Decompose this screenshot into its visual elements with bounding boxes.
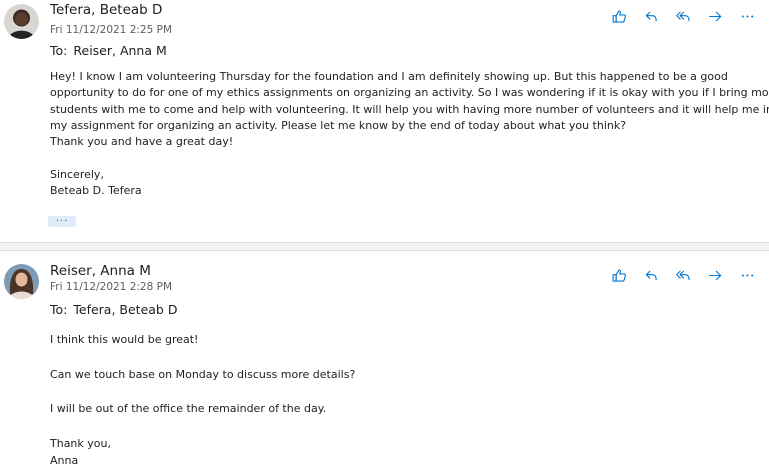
- reply-all-icon: [675, 270, 690, 280]
- body-line: Thank you and have a great day!: [50, 135, 234, 149]
- body-line: my assignment for organizing an activity…: [50, 118, 627, 132]
- body-line: I think this would be great!: [50, 333, 199, 346]
- like-icon: [612, 9, 626, 23]
- sender-name[interactable]: Tefera, Beteab D: [50, 2, 162, 18]
- body-line: Beteab D. Tefera: [50, 184, 142, 198]
- body-line: [50, 383, 760, 400]
- recipient-name[interactable]: Tefera, Beteab D: [73, 302, 177, 317]
- recipient-line: To: Reiser, Anna M: [50, 43, 167, 58]
- forward-icon: [708, 11, 721, 21]
- body-line: Sincerely,: [50, 167, 104, 181]
- body-line: [50, 348, 760, 365]
- body-line: Can we touch base on Monday to discuss m…: [50, 367, 356, 381]
- forward-button[interactable]: [699, 5, 731, 27]
- to-label: To:: [50, 43, 68, 58]
- reply-button[interactable]: [635, 264, 667, 286]
- avatar[interactable]: [4, 264, 39, 299]
- body-line: [50, 417, 760, 434]
- recipient-line: To: Tefera, Beteab D: [50, 302, 177, 317]
- sent-date: Fri 11/12/2021 2:28 PM: [50, 281, 173, 293]
- more-actions-icon: [741, 273, 753, 277]
- body-line: [50, 150, 760, 166]
- more-actions-button[interactable]: [731, 264, 763, 286]
- reply-button[interactable]: [635, 5, 667, 27]
- body-line: students with me to come and help with v…: [50, 102, 769, 116]
- to-label: To:: [50, 302, 68, 317]
- forward-icon: [708, 270, 721, 280]
- forward-button[interactable]: [699, 264, 731, 286]
- reply-all-icon: [675, 11, 690, 21]
- reply-icon: [645, 11, 657, 21]
- recipient-name[interactable]: Reiser, Anna M: [73, 43, 166, 58]
- more-actions-icon: [741, 14, 753, 18]
- show-more-button[interactable]: ···: [48, 216, 76, 227]
- body-line: Hey! I know I am volunteering Thursday f…: [50, 70, 728, 83]
- body-line: opportunity to do for one of my ethics a…: [50, 86, 769, 100]
- message-body: Hey! I know I am volunteering Thursday f…: [50, 69, 769, 199]
- like-button[interactable]: [603, 264, 635, 286]
- message-body: I think this would be great! Can we touc…: [50, 331, 760, 469]
- reply-all-button[interactable]: [667, 5, 699, 27]
- sent-date: Fri 11/12/2021 2:25 PM: [50, 24, 173, 36]
- avatar[interactable]: [4, 4, 39, 39]
- more-actions-button[interactable]: [731, 5, 763, 27]
- email-message: Tefera, Beteab D Fri 11/12/2021 2:25 PM …: [0, 0, 769, 242]
- sender-name[interactable]: Reiser, Anna M: [50, 263, 151, 279]
- like-icon: [612, 268, 626, 282]
- message-divider: [0, 242, 769, 251]
- like-button[interactable]: [603, 5, 635, 27]
- reply-all-button[interactable]: [667, 264, 699, 286]
- body-line: I will be out of the office the remainde…: [50, 402, 327, 416]
- reply-icon: [645, 270, 657, 280]
- message-actions: [603, 5, 763, 27]
- message-actions: [603, 264, 763, 286]
- email-message: Reiser, Anna M Fri 11/12/2021 2:28 PM To…: [0, 251, 769, 467]
- body-line: Thank you,: [50, 436, 111, 450]
